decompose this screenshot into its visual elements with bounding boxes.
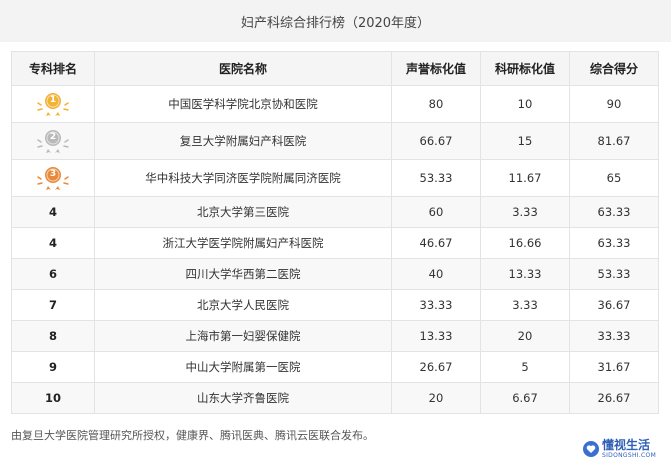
header-reputation: 声誉标化值 <box>391 51 481 86</box>
rank-cell: 1 <box>11 85 95 123</box>
gold-medal-icon: 1 <box>36 91 70 117</box>
rank-number: 1 <box>49 95 57 105</box>
score-cell: 81.67 <box>569 122 659 160</box>
hospital-name-cell: 北京大学第三医院 <box>94 196 392 228</box>
score-cell: 33.33 <box>569 320 659 352</box>
table-row: 9 中山大学附属第一医院 26.67 5 31.67 <box>11 351 659 383</box>
silver-medal-icon: 2 <box>36 128 70 154</box>
rank-cell: 3 <box>11 159 95 197</box>
hospital-name-cell: 中山大学附属第一医院 <box>94 351 392 383</box>
site-logo: 懂视生活 SIDONGSHI.COM <box>583 435 663 463</box>
reputation-cell: 80 <box>391 85 481 123</box>
header-research: 科研标化值 <box>480 51 570 86</box>
heart-icon <box>583 441 599 457</box>
rank-cell: 7 <box>11 289 95 321</box>
table-row: 7 北京大学人民医院 33.33 3.33 36.67 <box>11 289 659 321</box>
research-cell: 3.33 <box>480 289 570 321</box>
table-header-row: 专科排名 医院名称 声誉标化值 科研标化值 综合得分 <box>11 51 659 86</box>
hospital-name-cell: 北京大学人民医院 <box>94 289 392 321</box>
ranking-table: 专科排名 医院名称 声誉标化值 科研标化值 综合得分 1 中国医学科学院北京协和医… <box>11 51 659 414</box>
table-row: 4 北京大学第三医院 60 3.33 63.33 <box>11 196 659 228</box>
table-row: 6 四川大学华西第二医院 40 13.33 53.33 <box>11 258 659 290</box>
rank-cell: 8 <box>11 320 95 352</box>
table-body: 1 中国医学科学院北京协和医院 80 10 90 2 复旦大学附属妇产科医院 66.67 15 8… <box>11 85 659 414</box>
bronze-medal-icon: 3 <box>36 165 70 191</box>
research-cell: 20 <box>480 320 570 352</box>
logo-domain: SIDONGSHI.COM <box>602 452 657 459</box>
hospital-name-cell: 山东大学齐鲁医院 <box>94 382 392 414</box>
table-row: 2 复旦大学附属妇产科医院 66.67 15 81.67 <box>11 122 659 160</box>
header-score: 综合得分 <box>569 51 659 86</box>
logo-text: 懂视生活 <box>602 438 651 452</box>
reputation-cell: 53.33 <box>391 159 481 197</box>
score-cell: 31.67 <box>569 351 659 383</box>
rank-cell: 4 <box>11 196 95 228</box>
reputation-cell: 40 <box>391 258 481 290</box>
score-cell: 53.33 <box>569 258 659 290</box>
research-cell: 3.33 <box>480 196 570 228</box>
rank-cell: 10 <box>11 382 95 414</box>
page-title: 妇产科综合排行榜（2020年度） <box>240 15 431 31</box>
research-cell: 6.67 <box>480 382 570 414</box>
rank-cell: 6 <box>11 258 95 290</box>
rank-cell: 9 <box>11 351 95 383</box>
reputation-cell: 33.33 <box>391 289 481 321</box>
reputation-cell: 66.67 <box>391 122 481 160</box>
reputation-cell: 13.33 <box>391 320 481 352</box>
hospital-name-cell: 华中科技大学同济医学院附属同济医院 <box>94 159 392 197</box>
ranking-table-wrap: 专科排名 医院名称 声誉标化值 科研标化值 综合得分 1 中国医学科学院北京协和医… <box>11 51 659 414</box>
header-hospital: 医院名称 <box>94 51 392 86</box>
table-row: 3 华中科技大学同济医学院附属同济医院 53.33 11.67 65 <box>11 159 659 197</box>
table-row: 1 中国医学科学院北京协和医院 80 10 90 <box>11 85 659 123</box>
reputation-cell: 46.67 <box>391 227 481 259</box>
rank-number: 2 <box>49 132 57 142</box>
research-cell: 11.67 <box>480 159 570 197</box>
score-cell: 26.67 <box>569 382 659 414</box>
score-cell: 63.33 <box>569 196 659 228</box>
header-rank: 专科排名 <box>11 51 95 86</box>
hospital-name-cell: 浙江大学医学院附属妇产科医院 <box>94 227 392 259</box>
source-note: 由复旦大学医院管理研究所授权，健康界、腾讯医典、腾讯云医联合发布。 <box>11 429 374 442</box>
table-row: 8 上海市第一妇婴保健院 13.33 20 33.33 <box>11 320 659 352</box>
research-cell: 16.66 <box>480 227 570 259</box>
page-title-bar: 妇产科综合排行榜（2020年度） <box>0 0 671 42</box>
research-cell: 10 <box>480 85 570 123</box>
score-cell: 90 <box>569 85 659 123</box>
reputation-cell: 26.67 <box>391 351 481 383</box>
research-cell: 13.33 <box>480 258 570 290</box>
rank-cell: 2 <box>11 122 95 160</box>
research-cell: 5 <box>480 351 570 383</box>
hospital-name-cell: 复旦大学附属妇产科医院 <box>94 122 392 160</box>
score-cell: 36.67 <box>569 289 659 321</box>
research-cell: 15 <box>480 122 570 160</box>
table-row: 4 浙江大学医学院附属妇产科医院 46.67 16.66 63.33 <box>11 227 659 259</box>
table-row: 10 山东大学齐鲁医院 20 6.67 26.67 <box>11 382 659 414</box>
reputation-cell: 60 <box>391 196 481 228</box>
rank-cell: 4 <box>11 227 95 259</box>
score-cell: 63.33 <box>569 227 659 259</box>
reputation-cell: 20 <box>391 382 481 414</box>
hospital-name-cell: 四川大学华西第二医院 <box>94 258 392 290</box>
score-cell: 65 <box>569 159 659 197</box>
hospital-name-cell: 中国医学科学院北京协和医院 <box>94 85 392 123</box>
rank-number: 3 <box>49 169 57 179</box>
hospital-name-cell: 上海市第一妇婴保健院 <box>94 320 392 352</box>
